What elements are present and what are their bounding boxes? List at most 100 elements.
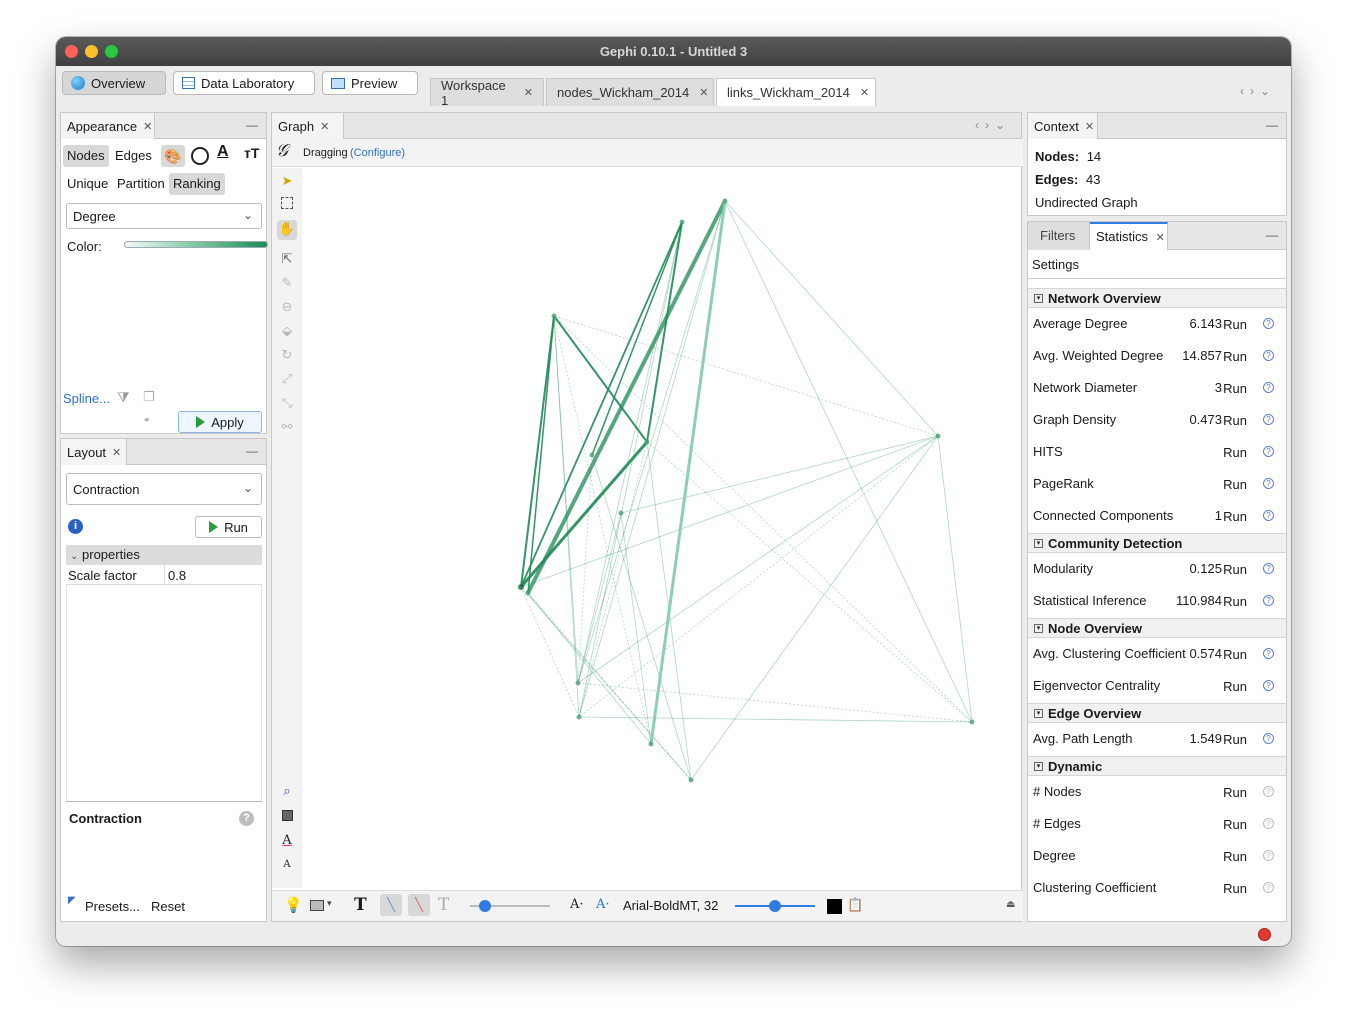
stats-section-header[interactable]: ▾ Community Detection xyxy=(1028,533,1286,553)
partition-tab[interactable]: Partition xyxy=(113,173,169,195)
settings-button[interactable]: Settings xyxy=(1032,257,1079,272)
configure-link[interactable]: (Configure) xyxy=(350,147,405,159)
resize-icon[interactable]: ⊖ xyxy=(278,298,296,316)
graph-canvas[interactable] xyxy=(302,168,1022,888)
rectangle-select-icon[interactable] xyxy=(278,196,296,214)
stats-run-button[interactable]: Run xyxy=(1223,732,1247,747)
close-icon[interactable]: ✕ xyxy=(860,86,869,99)
stats-section-header[interactable]: ▾ Dynamic xyxy=(1028,756,1286,776)
preview-button[interactable]: Preview xyxy=(322,71,418,95)
presets-button[interactable]: Presets... xyxy=(85,899,140,914)
layout-run-button[interactable]: Run xyxy=(195,516,262,538)
reset-button[interactable]: Reset xyxy=(151,899,185,914)
stats-run-button[interactable]: Run xyxy=(1223,317,1247,332)
graph-edge[interactable] xyxy=(577,200,726,684)
graph-node[interactable] xyxy=(589,452,595,458)
close-icon[interactable]: ✕ xyxy=(112,446,121,459)
paint-bucket-icon[interactable]: ⬙ xyxy=(278,322,296,340)
ranking-attribute-select[interactable]: Degree ⌄ xyxy=(66,203,262,229)
stats-run-button[interactable]: Run xyxy=(1223,881,1247,896)
layout-tab[interactable]: Layout ✕ xyxy=(61,439,127,465)
close-icon[interactable]: ✕ xyxy=(143,120,152,133)
help-icon[interactable]: ? xyxy=(1263,680,1274,691)
stats-section-header[interactable]: ▾ Edge Overview xyxy=(1028,703,1286,723)
layout-algorithm-select[interactable]: Contraction ⌄ xyxy=(66,473,262,505)
close-icon[interactable]: ✕ xyxy=(524,86,533,99)
graph-edge[interactable] xyxy=(649,200,727,745)
graph-edge[interactable] xyxy=(937,435,973,723)
minimize-window-button[interactable] xyxy=(85,45,98,58)
chevron-down-icon[interactable]: ⌄ xyxy=(1260,84,1276,98)
chevron-down-icon[interactable]: ▾ xyxy=(327,898,332,909)
eject-icon[interactable]: ⏏ xyxy=(1006,899,1015,910)
tab-scroll-arrows[interactable]: ‹›⌄ xyxy=(1240,84,1276,98)
filters-tab[interactable]: Filters xyxy=(1028,222,1090,250)
collapse-icon[interactable]: ▾ xyxy=(1034,623,1043,633)
help-icon[interactable]: ? xyxy=(1263,414,1274,425)
stats-run-button[interactable]: Run xyxy=(1223,849,1247,864)
zoom-window-button[interactable] xyxy=(105,45,118,58)
close-icon[interactable]: ✕ xyxy=(1085,120,1094,133)
edges-tab[interactable]: Edges xyxy=(111,145,156,167)
pointer-question-icon[interactable]: ⇱ xyxy=(278,250,296,268)
graph-edge[interactable] xyxy=(578,200,726,718)
graph-edge[interactable] xyxy=(553,315,973,723)
help-icon[interactable]: ? xyxy=(1263,882,1274,893)
close-icon[interactable]: ✕ xyxy=(699,86,708,99)
graph-node[interactable] xyxy=(648,741,654,747)
graph-edge[interactable] xyxy=(520,586,580,718)
graph-edge[interactable] xyxy=(578,435,939,718)
graph-node[interactable] xyxy=(688,777,694,783)
label-color-icon[interactable]: A xyxy=(278,832,296,850)
stats-run-button[interactable]: Run xyxy=(1223,381,1247,396)
workspace-tab-1[interactable]: Workspace 1 ✕ xyxy=(430,78,544,108)
label-font-icon[interactable]: A xyxy=(278,856,296,874)
graph-node[interactable] xyxy=(679,219,685,225)
label-outline-icon[interactable]: T xyxy=(438,895,449,915)
graph-node[interactable] xyxy=(525,590,531,596)
collapse-icon[interactable]: ▾ xyxy=(1034,293,1043,303)
help-icon[interactable]: ? xyxy=(1263,733,1274,744)
graph-edge[interactable] xyxy=(646,221,683,443)
add-edge-icon[interactable]: ⤢ xyxy=(278,370,296,388)
minimize-icon[interactable]: — xyxy=(1266,118,1278,132)
rotate-icon[interactable]: ↻ xyxy=(278,346,296,364)
screenshot-icon[interactable] xyxy=(310,900,324,911)
spline-link[interactable]: Spline... xyxy=(63,391,110,406)
stats-section-header[interactable]: ▾ Node Overview xyxy=(1028,618,1286,638)
info-icon[interactable]: i xyxy=(68,519,83,534)
color-gradient-bar[interactable] xyxy=(124,241,268,248)
label-color-icon[interactable]: A xyxy=(217,143,229,161)
context-tab[interactable]: Context ✕ xyxy=(1028,113,1098,139)
graph-edge[interactable] xyxy=(526,200,727,594)
graph-edge[interactable] xyxy=(553,315,939,437)
workspace-tab-links[interactable]: links_Wickham_2014 ✕ xyxy=(716,78,876,106)
stats-run-button[interactable]: Run xyxy=(1223,562,1247,577)
graph-edge[interactable] xyxy=(578,221,683,718)
stats-run-button[interactable]: Run xyxy=(1223,349,1247,364)
help-icon[interactable]: ? xyxy=(1263,595,1274,606)
stats-run-button[interactable]: Run xyxy=(1223,785,1247,800)
graph-edge[interactable] xyxy=(646,441,973,723)
help-icon[interactable]: ? xyxy=(1263,382,1274,393)
graph-edge[interactable] xyxy=(620,435,939,514)
stats-run-button[interactable]: Run xyxy=(1223,477,1247,492)
statistics-tab[interactable]: Statistics ✕ xyxy=(1090,222,1168,250)
stats-run-button[interactable]: Run xyxy=(1223,594,1247,609)
help-icon[interactable]: ? xyxy=(1263,510,1274,521)
zoom-fit-icon[interactable]: ⌕ xyxy=(278,782,296,800)
minimize-icon[interactable]: — xyxy=(1266,228,1278,242)
help-icon[interactable]: ? xyxy=(1263,563,1274,574)
chevron-left-icon[interactable]: ‹ xyxy=(1240,84,1250,98)
brush-icon[interactable]: ✎ xyxy=(278,274,296,292)
property-value[interactable]: 0.8 xyxy=(168,568,186,583)
properties-header[interactable]: ⌄ properties xyxy=(66,545,262,565)
font-scale-slider-thumb[interactable] xyxy=(769,900,781,912)
shortest-path-icon[interactable]: ⤡ xyxy=(278,394,296,412)
overview-button[interactable]: Overview xyxy=(62,71,166,95)
collapse-icon[interactable]: ▾ xyxy=(1034,538,1043,548)
minimize-icon[interactable]: — xyxy=(246,444,258,458)
label-color-swatch[interactable] xyxy=(827,899,842,914)
close-icon[interactable]: ✕ xyxy=(1156,232,1165,244)
close-icon[interactable]: ✕ xyxy=(320,120,329,133)
